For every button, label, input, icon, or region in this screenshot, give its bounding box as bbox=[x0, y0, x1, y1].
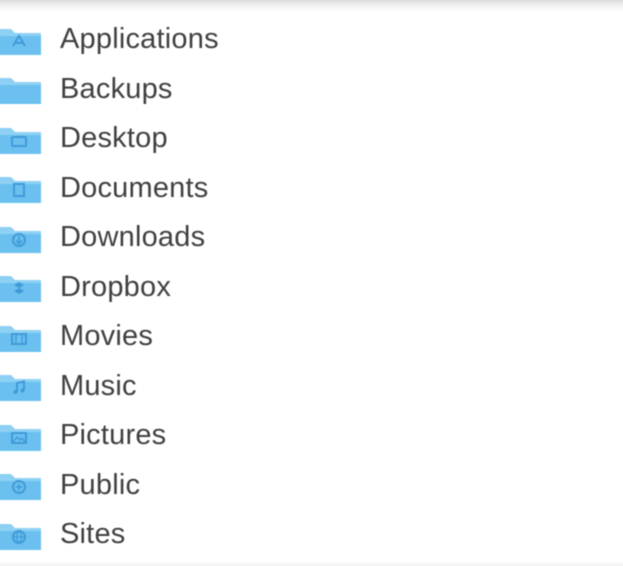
sites-folder-icon bbox=[0, 519, 41, 551]
folder-row-downloads[interactable]: Downloads bbox=[0, 213, 623, 263]
desktop-folder-icon bbox=[0, 123, 41, 155]
folder-label: Downloads bbox=[60, 221, 206, 254]
folder-row-sites[interactable]: Sites bbox=[0, 510, 623, 560]
folder-row-documents[interactable]: Documents bbox=[0, 164, 623, 214]
public-folder-icon bbox=[0, 469, 41, 501]
folder-label: Pictures bbox=[60, 419, 167, 452]
folder-row-movies[interactable]: Movies bbox=[0, 312, 623, 362]
folder-list: Applications Backups Desktop Documents D… bbox=[0, 15, 623, 560]
movies-folder-icon bbox=[0, 321, 41, 353]
folder-label: Sites bbox=[60, 518, 126, 551]
music-folder-icon bbox=[0, 370, 41, 402]
folder-label: Public bbox=[60, 468, 141, 501]
folder-row-public[interactable]: Public bbox=[0, 461, 623, 511]
folder-label: Backups bbox=[60, 72, 173, 105]
folder-label: Desktop bbox=[60, 122, 168, 155]
documents-folder-icon bbox=[0, 172, 41, 204]
folder-row-dropbox[interactable]: Dropbox bbox=[0, 263, 623, 313]
folder-row-desktop[interactable]: Desktop bbox=[0, 114, 623, 164]
folder-icon bbox=[0, 73, 41, 105]
folder-row-backups[interactable]: Backups bbox=[0, 65, 623, 115]
folder-label: Movies bbox=[60, 320, 154, 353]
dropbox-folder-icon bbox=[0, 271, 41, 303]
folder-row-applications[interactable]: Applications bbox=[0, 15, 623, 65]
downloads-folder-icon bbox=[0, 222, 41, 254]
folder-row-music[interactable]: Music bbox=[0, 362, 623, 412]
applications-folder-icon bbox=[0, 24, 41, 56]
window-top-edge bbox=[0, 0, 623, 12]
pictures-folder-icon bbox=[0, 420, 41, 452]
finder-folder-list-window: Applications Backups Desktop Documents D… bbox=[0, 0, 623, 566]
folder-label: Dropbox bbox=[60, 270, 172, 303]
folder-label: Music bbox=[60, 369, 137, 402]
folder-label: Documents bbox=[60, 171, 209, 204]
folder-row-pictures[interactable]: Pictures bbox=[0, 411, 623, 461]
window-bottom-edge bbox=[0, 560, 623, 566]
folder-label: Applications bbox=[60, 23, 219, 56]
